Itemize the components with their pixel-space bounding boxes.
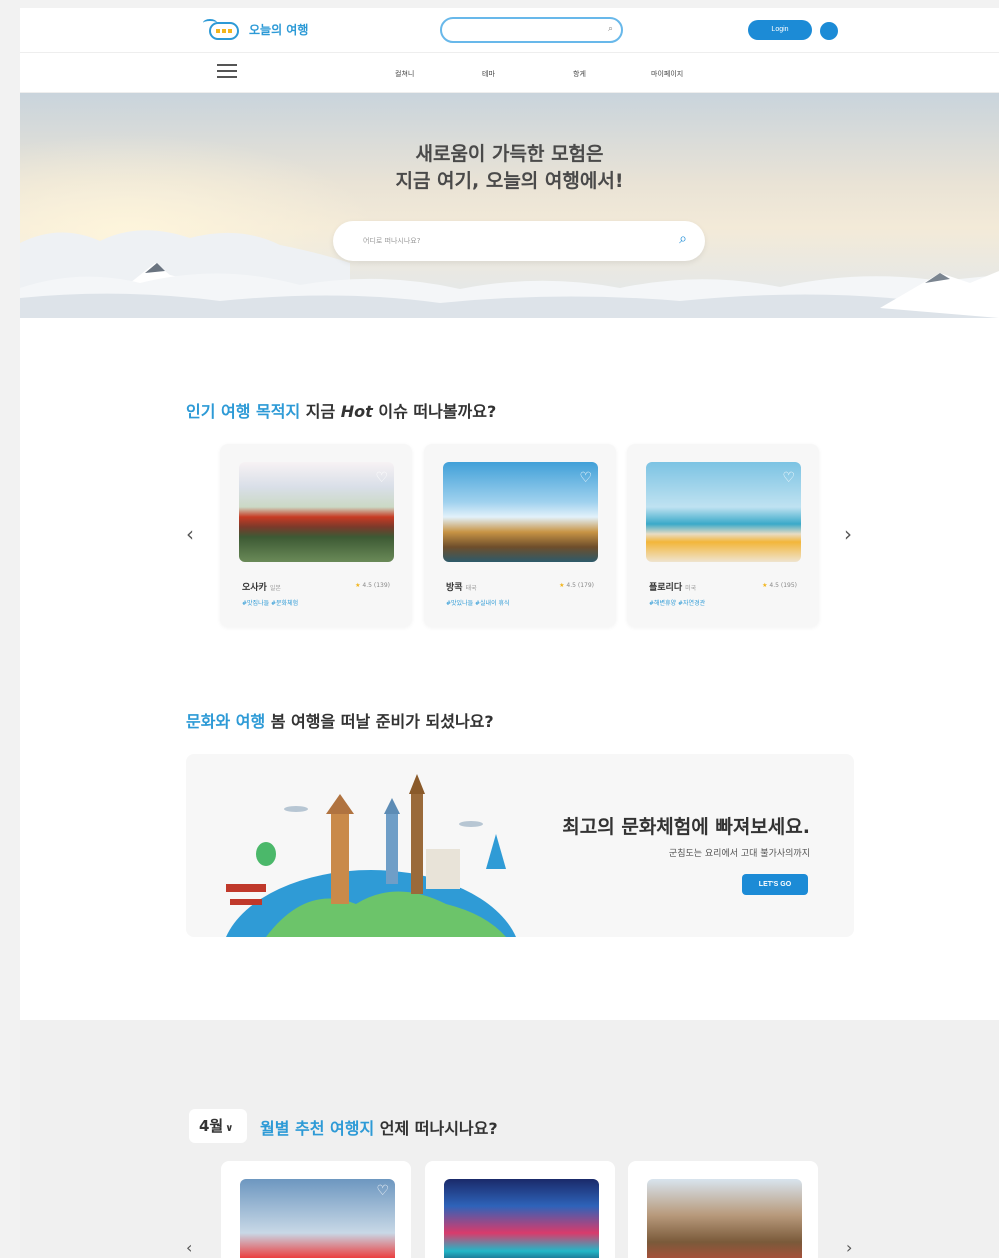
monthly-section: 4월 ∨ 월별 추천 여행지 언제 떠나시나요? ‹ › ♡ bbox=[20, 1020, 999, 1258]
hero-title: 새로움이 가득한 모험은 지금 여기, 오늘의 여행에서! bbox=[20, 141, 999, 195]
culture-banner-title: 최고의 문화체험에 빠져보세요. bbox=[562, 816, 810, 838]
heart-icon[interactable]: ♡ bbox=[782, 470, 795, 486]
culture-title-text: 봄 여행을 떠날 준비가 되셨나요? bbox=[265, 712, 494, 731]
destination-name: 방콕 태국 bbox=[446, 583, 477, 593]
culture-section-title: 문화와 여행 봄 여행을 떠날 준비가 되셨나요? bbox=[186, 708, 494, 732]
destination-image bbox=[239, 462, 394, 562]
hero-search-placeholder: 어디로 떠나시나요? bbox=[363, 237, 421, 245]
monthly-title-highlight: 월별 추천 여행지 bbox=[260, 1119, 375, 1138]
hero-title-line1: 새로움이 가득한 모험은 bbox=[415, 143, 604, 165]
star-icon: ★ bbox=[355, 582, 361, 589]
world-landmarks-illustration bbox=[226, 774, 516, 937]
nav-item-flight[interactable]: 항게 bbox=[573, 69, 586, 79]
logo-text: 오늘의 여행 bbox=[249, 22, 309, 37]
heart-icon[interactable]: ♡ bbox=[376, 1183, 389, 1199]
culture-banner-subtitle: 군침도는 요리에서 고대 불가사의까지 bbox=[668, 849, 810, 859]
destination-tags: #맛집나들 #문화체험 bbox=[242, 600, 299, 607]
avatar[interactable] bbox=[820, 22, 838, 40]
heart-icon[interactable]: ♡ bbox=[579, 470, 592, 486]
hero-search-input[interactable]: 어디로 떠나시나요? ⌕ bbox=[333, 221, 705, 261]
destination-rating: ★ 4.5 (195) bbox=[762, 582, 797, 589]
culture-title-highlight: 문화와 여행 bbox=[186, 712, 266, 731]
popular-title-text-a: 지금 bbox=[300, 402, 341, 421]
nav-bar: 컬쳐니 테마 항게 마이페이지 bbox=[20, 53, 999, 93]
destination-tags: #맛있나들 #실내이 휴식 bbox=[446, 600, 510, 607]
lets-go-button[interactable]: LET'S GO bbox=[742, 874, 808, 895]
monthly-section-title: 월별 추천 여행지 언제 떠나시나요? bbox=[260, 1115, 498, 1139]
destination-country: 일본 bbox=[269, 585, 281, 592]
logo-cloud-icon bbox=[203, 16, 243, 42]
destination-card-florida[interactable]: ♡ 플로리다 미국 ★ 4.5 (195) #해변휴양 #자연경관 bbox=[627, 444, 819, 627]
hero-banner: 새로움이 가득한 모험은 지금 여기, 오늘의 여행에서! 어디로 떠나시나요?… bbox=[20, 93, 999, 318]
login-button[interactable]: Login bbox=[748, 20, 812, 40]
destination-image bbox=[646, 462, 801, 562]
destination-tags: #해변휴양 #자연경관 bbox=[649, 600, 706, 607]
month-select[interactable]: 4월 ∨ bbox=[189, 1109, 247, 1143]
destination-country: 미국 bbox=[685, 585, 697, 592]
top-search-input[interactable]: ⌕ bbox=[440, 17, 623, 43]
search-icon[interactable]: ⌕ bbox=[679, 231, 687, 247]
popular-next-arrow-icon[interactable]: › bbox=[844, 522, 852, 546]
culture-banner[interactable]: 최고의 문화체험에 빠져보세요. 군침도는 요리에서 고대 불가사의까지 LET… bbox=[186, 754, 854, 937]
menu-icon[interactable] bbox=[217, 64, 237, 80]
destination-country: 태국 bbox=[465, 585, 477, 592]
popular-title-highlight: 인기 여행 목적지 bbox=[186, 402, 301, 421]
search-icon: ⌕ bbox=[607, 24, 613, 34]
month-select-value: 4월 bbox=[199, 1117, 224, 1135]
top-bar: 오늘의 여행 ⌕ Login bbox=[20, 8, 999, 53]
nav-item-culture[interactable]: 컬쳐니 bbox=[395, 69, 414, 79]
monthly-title-text: 언제 떠나시나요? bbox=[374, 1119, 498, 1138]
destination-name: 오사카 일본 bbox=[242, 583, 281, 593]
nav-item-theme[interactable]: 테마 bbox=[482, 69, 495, 79]
hero-title-line2: 지금 여기, 오늘의 여행에서! bbox=[395, 170, 624, 192]
star-icon: ★ bbox=[762, 582, 768, 589]
page: 오늘의 여행 ⌕ Login 컬쳐니 테마 항게 마이페이지 새로움이 가득한 … bbox=[20, 8, 999, 1258]
monthly-card[interactable] bbox=[628, 1161, 818, 1258]
popular-title-hot: Hot bbox=[340, 402, 373, 421]
destination-rating: ★ 4.5 (179) bbox=[559, 582, 594, 589]
destination-card-bangkok[interactable]: ♡ 방콕 태국 ★ 4.5 (179) #맛있나들 #실내이 휴식 bbox=[424, 444, 616, 627]
destination-image bbox=[647, 1179, 802, 1258]
nav-item-mypage[interactable]: 마이페이지 bbox=[651, 69, 683, 79]
popular-prev-arrow-icon[interactable]: ‹ bbox=[186, 522, 194, 546]
monthly-prev-arrow-icon[interactable]: ‹ bbox=[186, 1238, 192, 1257]
popular-section-title: 인기 여행 목적지 지금 Hot 이슈 떠나볼까요? bbox=[186, 398, 496, 422]
monthly-next-arrow-icon[interactable]: › bbox=[846, 1238, 852, 1257]
destination-rating: ★ 4.5 (139) bbox=[355, 582, 390, 589]
destination-image bbox=[444, 1179, 599, 1258]
destination-name: 플로리다 미국 bbox=[649, 583, 697, 593]
heart-icon[interactable]: ♡ bbox=[375, 470, 388, 486]
destination-card-osaka[interactable]: ♡ 오사카 일본 ★ 4.5 (139) #맛집나들 #문화체험 bbox=[220, 444, 412, 627]
monthly-card[interactable] bbox=[425, 1161, 615, 1258]
logo[interactable]: 오늘의 여행 bbox=[203, 16, 308, 42]
popular-title-text-b: 이슈 떠나볼까요? bbox=[372, 402, 497, 421]
cloud-mountains-image bbox=[20, 230, 999, 318]
destination-image bbox=[240, 1179, 395, 1258]
destination-image bbox=[443, 462, 598, 562]
star-icon: ★ bbox=[559, 582, 565, 589]
chevron-down-icon: ∨ bbox=[225, 1123, 234, 1134]
monthly-card[interactable]: ♡ bbox=[221, 1161, 411, 1258]
